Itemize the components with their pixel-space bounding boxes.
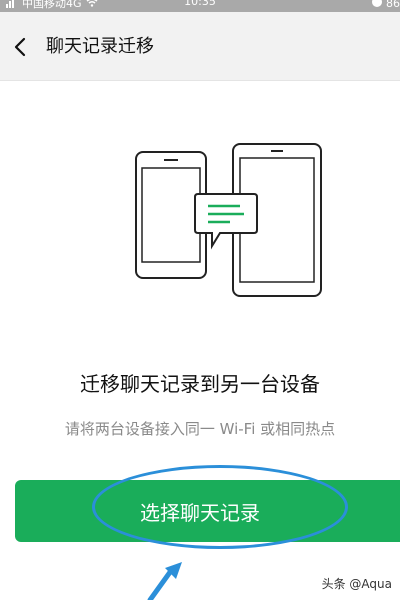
select-chats-button[interactable]: 选择聊天记录: [15, 480, 400, 542]
status-time: 10:35: [184, 0, 216, 8]
select-chats-label: 选择聊天记录: [140, 500, 260, 525]
page-title: 聊天记录迁移: [46, 36, 154, 57]
wifi-icon: [86, 0, 98, 10]
signal-icon: [6, 0, 18, 11]
battery-level: 86: [386, 0, 400, 10]
status-left: 中国移动4G: [6, 0, 98, 11]
nav-bar: 聊天记录迁移: [0, 12, 400, 81]
status-right: 86: [371, 0, 400, 11]
status-bar: 中国移动4G 10:35 86: [0, 0, 400, 12]
carrier-label: 中国移动4G: [22, 0, 82, 10]
alarm-icon: [371, 0, 383, 11]
annotation-arrow-icon: [140, 560, 190, 603]
wifi-instruction: 请将两台设备接入同一 Wi-Fi 或相同热点: [64, 420, 336, 438]
migration-heading: 迁移聊天记录到另一台设备: [80, 372, 320, 396]
phones-illustration: [130, 140, 330, 300]
watermark: 头条 @Aqua: [321, 577, 392, 591]
back-icon[interactable]: [8, 34, 34, 60]
